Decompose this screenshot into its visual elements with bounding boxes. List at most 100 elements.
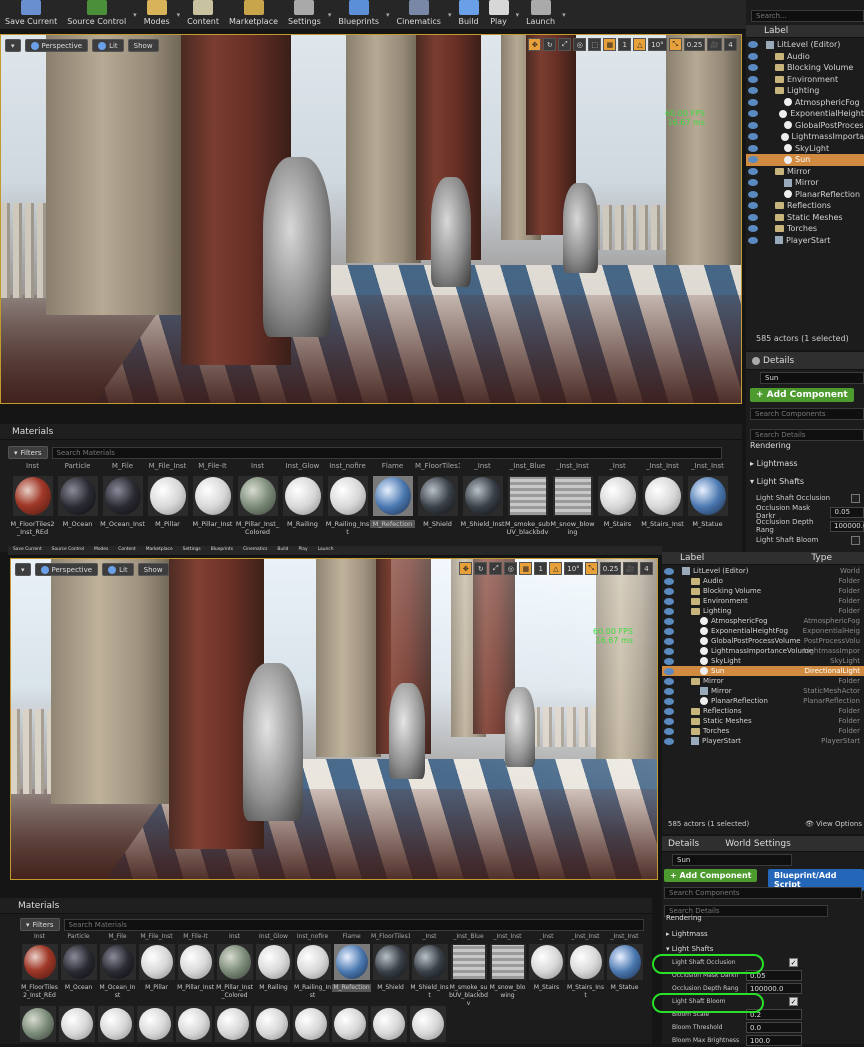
- viewport-top[interactable]: ▾ Perspective Lit Show ✥ ↻ ⤢ ◎ ⬚ ▦ 1 △ 1…: [0, 34, 742, 404]
- visibility-eye-icon[interactable]: [664, 697, 674, 705]
- outliner-row-skylight[interactable]: SkyLight: [746, 143, 864, 155]
- material-tile-m-pillar[interactable]: M_Pillar: [145, 476, 190, 536]
- material-tile-m-railing[interactable]: M_Railing: [280, 476, 325, 536]
- property-checkbox[interactable]: ✓: [789, 997, 798, 1006]
- visibility-eye-icon[interactable]: [748, 87, 758, 95]
- show-button-bottom[interactable]: Show: [137, 563, 169, 576]
- grid-snap-icon[interactable]: ▦: [519, 562, 533, 575]
- material-tile-m-refection[interactable]: M_Refection: [332, 944, 371, 1008]
- materials-search-input-bottom[interactable]: Search Materials: [63, 918, 644, 931]
- material-thumbnail[interactable]: [371, 1006, 407, 1042]
- visibility-eye-icon[interactable]: [664, 627, 674, 635]
- toolbar-button-cinematics[interactable]: Cinematics: [392, 0, 446, 29]
- search-components-input-bottom[interactable]: Search Components: [664, 887, 862, 899]
- material-thumbnail[interactable]: [642, 476, 683, 516]
- material-thumbnail[interactable]: [177, 944, 214, 980]
- toolbar-button-source-control[interactable]: Source Control: [62, 0, 131, 29]
- outliner-row-playerstart[interactable]: PlayerStart: [746, 235, 864, 247]
- outliner-row-planarreflection[interactable]: PlanarReflection: [746, 189, 864, 201]
- material-tile-m-railing-inst[interactable]: M_Railing_Inst: [293, 944, 332, 1008]
- material-thumbnail[interactable]: [489, 944, 526, 980]
- visibility-eye-icon[interactable]: [664, 687, 674, 695]
- visibility-eye-icon[interactable]: [664, 717, 674, 725]
- outliner-row-atmosphericfog[interactable]: AtmosphericFog AtmosphericFog: [662, 616, 864, 626]
- toolbar-dropdown-caret-icon[interactable]: ▾: [384, 11, 392, 29]
- property-value-field[interactable]: 0.05: [830, 506, 864, 518]
- material-thumbnail[interactable]: [552, 476, 593, 516]
- outliner-row-exponentialheightfog[interactable]: ExponentialHeightFog ExponentialHeig: [662, 626, 864, 636]
- toolbar-button-cinematics[interactable]: Cinematics: [238, 546, 272, 555]
- visibility-eye-icon[interactable]: [748, 110, 758, 118]
- toolbar-button-blueprints[interactable]: Blueprints: [206, 546, 238, 555]
- visibility-eye-icon[interactable]: [664, 637, 674, 645]
- toolbar-button-settings[interactable]: Settings: [178, 546, 206, 555]
- material-thumbnail[interactable]: [138, 944, 175, 980]
- material-tile-m-floortiles2-inst-red[interactable]: M_FloorTiles2_Inst_REd: [10, 476, 55, 536]
- outliner-row-sun[interactable]: Sun: [746, 154, 864, 166]
- material-tile-m-ocean[interactable]: M_Ocean: [59, 944, 98, 1008]
- outliner-row-environment[interactable]: Environment: [746, 74, 864, 86]
- viewport-options-button[interactable]: ▾: [5, 39, 21, 52]
- translate-icon[interactable]: ✥: [459, 562, 473, 575]
- material-thumbnail[interactable]: [687, 476, 728, 516]
- material-thumbnail[interactable]: [137, 1006, 173, 1042]
- camera-speed-icon[interactable]: 🎥: [623, 562, 638, 575]
- material-thumbnail[interactable]: [254, 1006, 290, 1042]
- property-value-field[interactable]: 100000.0: [830, 520, 864, 532]
- material-thumbnail[interactable]: [215, 1006, 251, 1042]
- visibility-eye-icon[interactable]: [748, 179, 758, 187]
- toolbar-button-marketplace[interactable]: Marketplace: [141, 546, 178, 555]
- scale-snap-icon[interactable]: ⤡: [668, 38, 682, 51]
- outliner-row-atmosphericfog[interactable]: AtmosphericFog: [746, 97, 864, 109]
- add-component-button[interactable]: + Add Component: [750, 388, 854, 402]
- camera-speed-icon[interactable]: 🎥: [707, 38, 722, 51]
- translate-icon[interactable]: ✥: [528, 38, 542, 51]
- outliner-row-globalpostprocessvolume[interactable]: GlobalPostProcessVolume PostProcessVolu: [662, 636, 864, 646]
- property-checkbox[interactable]: ✓: [789, 958, 798, 967]
- visibility-eye-icon[interactable]: [664, 677, 674, 685]
- scale-icon[interactable]: ⤢: [558, 38, 572, 51]
- material-thumbnail[interactable]: [606, 944, 643, 980]
- material-thumbnail[interactable]: [21, 944, 58, 980]
- material-thumbnail[interactable]: [20, 1006, 56, 1042]
- visibility-eye-icon[interactable]: [748, 225, 758, 233]
- camera-speed-value[interactable]: 4: [724, 38, 737, 51]
- toolbar-button-source-control[interactable]: Source Control: [47, 546, 89, 555]
- visibility-eye-icon[interactable]: [748, 98, 758, 106]
- visibility-eye-icon[interactable]: [748, 52, 758, 60]
- material-tile-m-stairs-inst[interactable]: M_Stairs_Inst: [566, 944, 605, 1008]
- material-tile-m-shield-inst[interactable]: M_Shield_Inst: [460, 476, 505, 536]
- toolbar-button-build[interactable]: Build: [272, 546, 293, 555]
- material-thumbnail[interactable]: [417, 476, 458, 516]
- visibility-eye-icon[interactable]: [664, 727, 674, 735]
- perspective-button-bottom[interactable]: Perspective: [34, 563, 99, 576]
- visibility-eye-icon[interactable]: [664, 647, 674, 655]
- toolbar-dropdown-caret-icon[interactable]: ▾: [446, 11, 454, 29]
- visibility-eye-icon[interactable]: [664, 707, 674, 715]
- material-thumbnail[interactable]: [102, 476, 143, 516]
- toolbar-button-blueprints[interactable]: Blueprints: [333, 0, 384, 29]
- toolbar-button-play[interactable]: Play: [484, 0, 514, 29]
- actor-name-field-bottom[interactable]: Sun: [672, 854, 792, 866]
- rotate-icon[interactable]: ↻: [474, 562, 488, 575]
- outliner-row-litlevel-editor-[interactable]: LitLevel (Editor): [746, 39, 864, 51]
- outliner-row-lighting[interactable]: Lighting: [746, 85, 864, 97]
- outliner-row-planarreflection[interactable]: PlanarReflection PlanarReflection: [662, 696, 864, 706]
- outliner-row-sun[interactable]: Sun DirectionalLight: [662, 666, 864, 676]
- actor-name-field[interactable]: Sun: [760, 372, 864, 384]
- outliner-row-skylight[interactable]: SkyLight SkyLight: [662, 656, 864, 666]
- visibility-eye-icon[interactable]: [664, 617, 674, 625]
- visibility-eye-icon[interactable]: [748, 156, 758, 164]
- visibility-eye-icon[interactable]: [748, 213, 758, 221]
- material-thumbnail[interactable]: [332, 1006, 368, 1042]
- grid-snap-value[interactable]: 1: [618, 38, 632, 51]
- outliner-row-lightmassimportancevolume[interactable]: LightmassImportanceVolume LightmassImpor: [662, 646, 864, 656]
- toolbar-dropdown-caret-icon[interactable]: ▾: [326, 11, 334, 29]
- material-thumbnail[interactable]: [450, 944, 487, 980]
- outliner-row-torches[interactable]: Torches: [746, 223, 864, 235]
- filters-button[interactable]: ▾ Filters: [8, 446, 48, 459]
- perspective-button[interactable]: Perspective: [24, 39, 89, 52]
- world-local-icon[interactable]: ◎: [573, 38, 587, 51]
- property-value-field[interactable]: 0.0: [746, 1022, 802, 1033]
- visibility-eye-icon[interactable]: [748, 236, 758, 244]
